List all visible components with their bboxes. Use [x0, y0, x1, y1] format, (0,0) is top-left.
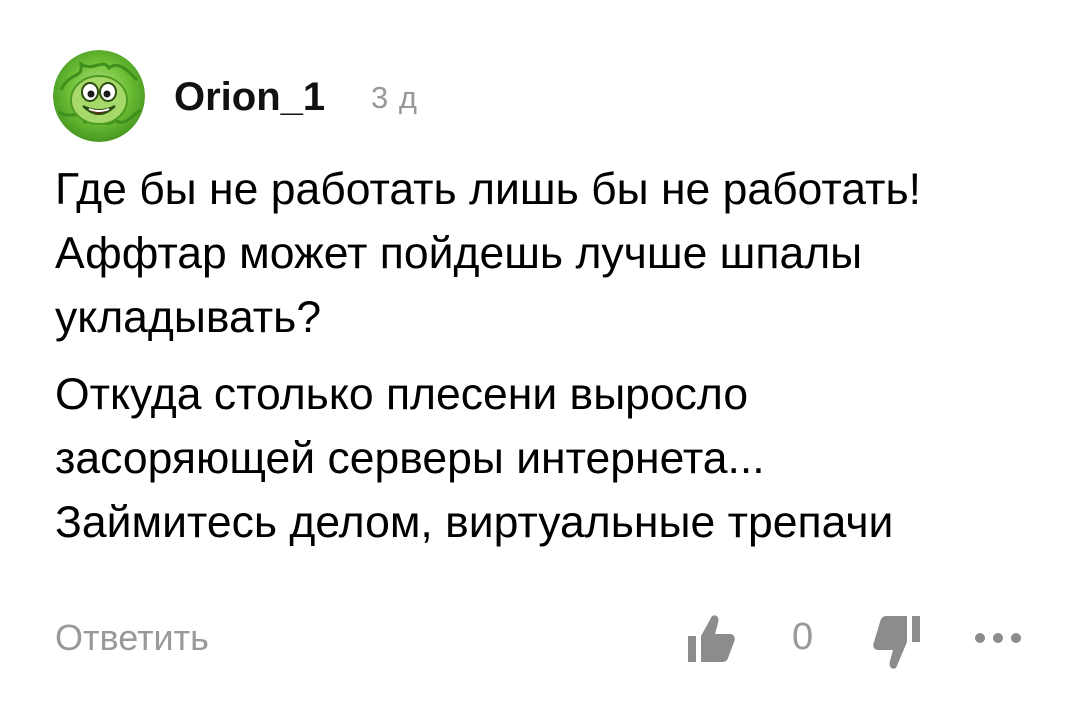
comment-timestamp: 3 д [371, 80, 418, 115]
more-options-button[interactable] [970, 628, 1026, 648]
dislike-button[interactable] [872, 612, 922, 674]
reply-button[interactable]: Ответить [55, 615, 209, 661]
like-count: 0 [792, 616, 814, 658]
more-dots-icon [975, 633, 1021, 643]
cartoon-cabbage-avatar-icon [53, 50, 145, 142]
comment-paragraph: Откуда столько плесени выросло засоряюще… [55, 370, 894, 547]
thumbs-up-icon [688, 615, 735, 662]
author-name[interactable]: Orion_1 [174, 74, 325, 120]
comment-paragraph: Где бы не работать лишь бы не работать! … [55, 165, 921, 342]
comment-body: Где бы не работать лишь бы не работать! … [55, 158, 1045, 555]
thumbs-down-icon [873, 616, 920, 669]
comment-card: Orion_1 3 д Где бы не работать лишь бы н… [0, 0, 1080, 721]
like-button[interactable] [686, 612, 736, 664]
avatar[interactable] [53, 50, 145, 142]
